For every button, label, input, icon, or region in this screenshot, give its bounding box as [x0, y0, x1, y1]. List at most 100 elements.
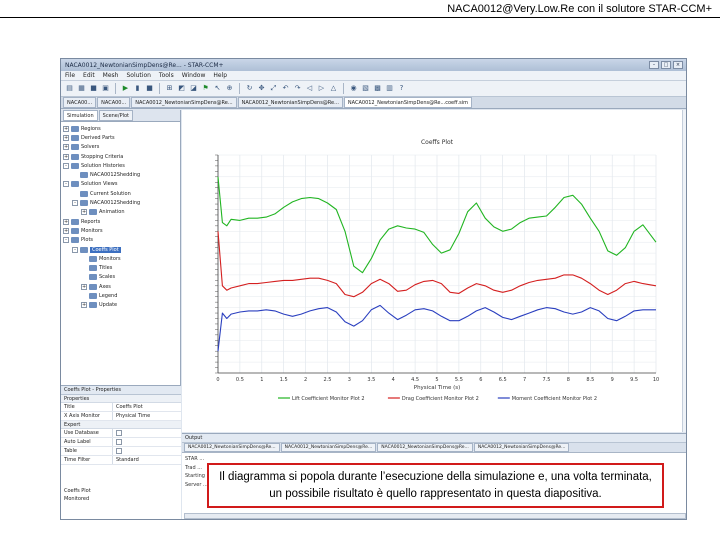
x-tick-label: 5	[435, 377, 438, 383]
property-value[interactable]: Standard	[113, 456, 181, 464]
rotate-icon[interactable]: ↻	[245, 84, 254, 93]
document-tab[interactable]: NACA0012_NewtonianSimpDens@Re...coeff.si…	[343, 97, 473, 108]
property-value[interactable]	[113, 438, 181, 446]
legend-entry: Drag Coefficient Monitor Plot 2	[402, 396, 479, 402]
screenshot-icon[interactable]: ▧	[361, 84, 370, 93]
tree-node[interactable]: Legend	[63, 291, 178, 300]
menu-item-window[interactable]: Window	[182, 72, 206, 79]
tree-node[interactable]: Scales	[63, 273, 178, 282]
panel-tab[interactable]: Scene/Plot	[98, 110, 133, 121]
tree-node[interactable]: - Plots	[63, 236, 178, 245]
output-tab[interactable]: NACA0012_NewtonianSimpDens@Re...	[280, 443, 377, 452]
expand-icon[interactable]: +	[63, 153, 69, 160]
expand-icon[interactable]: +	[63, 218, 69, 225]
menu-item-solution[interactable]: Solution	[126, 72, 150, 79]
fit-icon[interactable]: ⤢	[269, 84, 278, 93]
plot-panel[interactable]: Coeffs Plot 0 0.5 1 1.5 2 2.5 3 3.5 4 4.5 5 5.5 6 6.5 7…	[182, 110, 686, 432]
document-tab[interactable]: NACA00...	[97, 97, 131, 108]
tree-node[interactable]: + Axes	[63, 282, 178, 291]
collapse-icon[interactable]: -	[72, 200, 78, 207]
property-value[interactable]	[113, 447, 181, 455]
checkbox[interactable]	[116, 448, 122, 454]
expand-icon[interactable]: +	[63, 125, 69, 132]
menu-item-edit[interactable]: Edit	[83, 72, 95, 79]
document-tab[interactable]: NACA0012_NewtonianSimpDens@Re...	[131, 97, 237, 108]
minimize-button[interactable]: –	[649, 61, 659, 69]
view-z-icon[interactable]: △	[329, 84, 338, 93]
menu-item-file[interactable]: File	[65, 72, 75, 79]
tree-node-label: Axes	[99, 283, 111, 290]
maximize-button[interactable]: □	[661, 61, 671, 69]
redo-icon[interactable]: ↷	[293, 84, 302, 93]
stop-icon[interactable]: ■	[145, 84, 154, 93]
tree-node[interactable]: + Stopping Criteria	[63, 152, 178, 161]
expand-icon[interactable]: +	[81, 283, 87, 290]
menu-item-tools[interactable]: Tools	[159, 72, 174, 79]
expand-icon[interactable]: +	[63, 227, 69, 234]
tree-node[interactable]: Monitors	[63, 254, 178, 263]
output-scrollbar[interactable]	[184, 513, 686, 519]
tree-node[interactable]: NACA0012Shedding	[63, 170, 178, 179]
output-tab[interactable]: NACA0012_NewtonianSimpDens@Re...	[184, 443, 280, 452]
coeffs-plot: Coeffs Plot 0 0.5 1 1.5 2 2.5 3 3.5 4 4.5 5 5.5 6 6.5 7…	[215, 139, 659, 402]
tree-node[interactable]: + Monitors	[63, 226, 178, 235]
tree-node[interactable]: Titles	[63, 263, 178, 272]
checkbox[interactable]	[116, 439, 122, 445]
expand-icon[interactable]: +	[63, 134, 69, 141]
tree-node[interactable]: - Solution Views	[63, 180, 178, 189]
expand-icon[interactable]: +	[63, 144, 69, 151]
view-x-icon[interactable]: ◁	[305, 84, 314, 93]
run-icon[interactable]: ▶	[121, 84, 130, 93]
collapse-icon[interactable]: -	[63, 181, 69, 188]
camera-icon[interactable]: ◉	[349, 84, 358, 93]
property-key: Time Filter	[61, 456, 113, 464]
close-button[interactable]: ×	[673, 61, 683, 69]
grid-icon[interactable]: ▩	[373, 84, 382, 93]
tree-node[interactable]: - NACA0012Shedding	[63, 198, 178, 207]
help-icon[interactable]: ?	[397, 84, 406, 93]
pan-icon[interactable]: ✥	[257, 84, 266, 93]
save-icon[interactable]: ■	[89, 84, 98, 93]
zoom-icon[interactable]: ⊕	[225, 84, 234, 93]
undo-icon[interactable]: ↶	[281, 84, 290, 93]
menu-item-mesh[interactable]: Mesh	[103, 72, 119, 79]
view-y-icon[interactable]: ▷	[317, 84, 326, 93]
tree-node[interactable]: + Update	[63, 301, 178, 310]
table-icon[interactable]: ▥	[385, 84, 394, 93]
open-file-icon[interactable]: ▦	[77, 84, 86, 93]
property-value[interactable]: Coeffs Plot	[113, 403, 181, 411]
new-file-icon[interactable]: ▤	[65, 84, 74, 93]
scene-icon[interactable]: ◩	[177, 84, 186, 93]
tree-node[interactable]: + Regions	[63, 124, 178, 133]
tree-node[interactable]: Current Solution	[63, 189, 178, 198]
tree-node[interactable]: - Coeffs Plot	[63, 245, 178, 254]
collapse-icon[interactable]: -	[63, 237, 69, 244]
expand-icon[interactable]: +	[81, 302, 87, 309]
menu-item-help[interactable]: Help	[213, 72, 227, 79]
document-tab[interactable]: NACA0012_NewtonianSimpDens@Re...	[237, 97, 343, 108]
output-tab[interactable]: NACA0012_NewtonianSimpDens@Re...	[473, 443, 570, 452]
tree-node[interactable]: - Solution Histories	[63, 161, 178, 170]
panel-tab[interactable]: Simulation	[63, 110, 98, 121]
plot-scrollbar[interactable]	[682, 110, 686, 432]
tree-node-label: Stopping Criteria	[81, 153, 124, 160]
mesh-icon[interactable]: ⊞	[165, 84, 174, 93]
flag-icon[interactable]: ⚑	[201, 84, 210, 93]
document-tab[interactable]: NACA00...	[63, 97, 97, 108]
tree-node[interactable]: + Solvers	[63, 143, 178, 152]
pointer-icon[interactable]: ↖	[213, 84, 222, 93]
collapse-icon[interactable]: -	[72, 246, 78, 253]
print-icon[interactable]: ▣	[101, 84, 110, 93]
collapse-icon[interactable]: -	[63, 162, 69, 169]
tree-node[interactable]: + Derived Parts	[63, 133, 178, 142]
star-ccm-window: NACA0012_NewtonianSimpDens@Re... - STAR-…	[60, 58, 687, 520]
output-tab[interactable]: NACA0012_NewtonianSimpDens@Re...	[377, 443, 473, 452]
property-value[interactable]	[113, 429, 181, 437]
step-icon[interactable]: ▮	[133, 84, 142, 93]
checkbox[interactable]	[116, 430, 122, 436]
expand-icon[interactable]: +	[81, 209, 87, 216]
tree-node[interactable]: + Animation	[63, 208, 178, 217]
plot-icon[interactable]: ◪	[189, 84, 198, 93]
tree-node[interactable]: + Reports	[63, 217, 178, 226]
property-value[interactable]: Physical Time	[113, 412, 181, 420]
